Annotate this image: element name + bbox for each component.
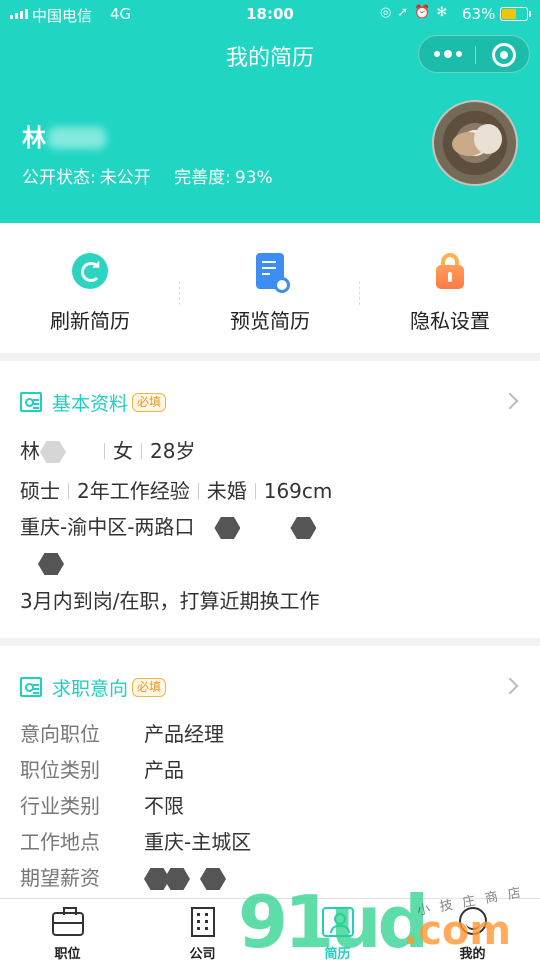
intent-key: 职位类别 (20, 758, 100, 782)
intent-row: 行业类别 不限 (20, 790, 184, 819)
tab-jobs[interactable]: 职位 (0, 899, 135, 960)
miniprogram-capsule (418, 35, 530, 73)
intent-key: 意向职位 (20, 722, 100, 746)
redaction-mark (40, 441, 66, 463)
privacy-settings-label: 隐私设置 (410, 309, 490, 333)
profile-icon (459, 907, 487, 935)
resume-icon (322, 907, 354, 937)
tab-resume[interactable]: 简历 (270, 899, 405, 960)
basic-line-2: 硕士 2年工作经验 未婚 169cm (20, 475, 332, 504)
redaction-mark (290, 517, 317, 539)
completeness-label: 完善度: (174, 168, 231, 188)
resume-meta: 公开状态: 未公开 完善度: 93% (22, 163, 277, 188)
intent-row: 工作地点 重庆-主城区 (20, 826, 251, 855)
quick-actions: 刷新简历 预览简历 隐私设置 (0, 223, 540, 353)
completeness-value: 93% (234, 168, 273, 188)
age: 28岁 (150, 439, 196, 463)
chevron-right-icon[interactable] (501, 392, 519, 410)
salary-redacted (144, 866, 226, 890)
basic-line-4 (20, 551, 64, 575)
clipboard-icon (20, 677, 42, 697)
refresh-resume-button[interactable]: 刷新简历 (0, 223, 180, 353)
job-intent-title: 求职意向 (52, 677, 129, 700)
public-status-label: 公开状态: (22, 168, 96, 188)
basic-info-card[interactable]: 基本资料 必填 林 女 28岁 硕士 2年工作经验 未婚 169cm 重庆-渝中区-两路口… (0, 361, 540, 638)
location: 重庆-渝中区-两路口 (20, 515, 195, 539)
tab-label: 我的 (459, 947, 486, 960)
height: 169cm (263, 479, 333, 503)
basic-line-1: 林 女 28岁 (20, 435, 195, 464)
intent-value: 产品 (144, 758, 184, 782)
intent-value: 产品经理 (144, 722, 224, 746)
required-badge: 必填 (132, 677, 167, 697)
battery-percent: 63% (462, 5, 496, 23)
resume-header: 我的简历 林 公开状态: 未公开 完善度: 93% (0, 28, 540, 223)
tab-label: 公司 (189, 947, 216, 960)
basic-name: 林 (20, 439, 40, 463)
basic-info-header: 基本资料 必填 (20, 389, 167, 415)
intent-key: 行业类别 (20, 794, 100, 818)
id-card-icon (20, 392, 42, 412)
intent-value: 重庆-主城区 (144, 830, 252, 854)
tab-me[interactable]: 我的 (405, 899, 540, 960)
refresh-icon (72, 253, 108, 289)
gender: 女 (113, 439, 133, 463)
public-status-value: 未公开 (99, 168, 151, 188)
tab-label: 简历 (324, 947, 351, 960)
intent-value: 不限 (144, 794, 184, 818)
redaction-mark (38, 553, 64, 575)
required-badge: 必填 (132, 392, 167, 412)
marital-status: 未婚 (206, 479, 247, 503)
battery-icon (500, 7, 531, 21)
user-name: 林 (22, 118, 106, 153)
education: 硕士 (20, 479, 60, 503)
redaction-mark (214, 517, 241, 539)
tab-companies[interactable]: 公司 (135, 899, 270, 960)
avatar[interactable] (432, 100, 518, 186)
basic-info-title: 基本资料 (52, 392, 129, 415)
lock-icon (436, 253, 464, 289)
intent-row: 职位类别 产品 (20, 754, 184, 783)
tab-label: 职位 (54, 947, 81, 960)
more-icon[interactable] (433, 45, 463, 63)
intent-key: 期望薪资 (20, 866, 100, 890)
briefcase-icon (52, 907, 84, 936)
building-icon (191, 907, 215, 937)
basic-line-3: 重庆-渝中区-两路口 (20, 511, 317, 540)
intent-row: 意向职位 产品经理 (20, 718, 224, 747)
close-miniprogram-icon[interactable] (492, 43, 516, 67)
chevron-right-icon[interactable] (501, 677, 519, 695)
preview-resume-label: 预览简历 (230, 309, 310, 333)
status-time: 18:00 (246, 5, 294, 23)
intent-key: 工作地点 (20, 830, 100, 854)
status-icons: ◎➚⏰✻ (380, 5, 454, 20)
status-bar: 中国电信 4G 18:00 ◎➚⏰✻ 63% (0, 0, 540, 28)
privacy-settings-button[interactable]: 隐私设置 (360, 223, 540, 353)
availability: 3月内到岗/在职，打算近期换工作 (20, 589, 320, 613)
preview-doc-icon (256, 253, 290, 293)
experience: 2年工作经验 (77, 479, 190, 503)
refresh-resume-label: 刷新简历 (50, 309, 130, 333)
job-intent-header: 求职意向 必填 (20, 674, 167, 700)
preview-resume-button[interactable]: 预览简历 (180, 223, 360, 353)
intent-row: 期望薪资 (20, 862, 226, 891)
redacted-name (48, 127, 106, 149)
tab-bar: 职位 公司 简历 我的 (0, 898, 540, 960)
job-intent-card[interactable]: 求职意向 必填 意向职位 产品经理 职位类别 产品 行业类别 不限 工作地点 重庆-主城… (0, 646, 540, 898)
